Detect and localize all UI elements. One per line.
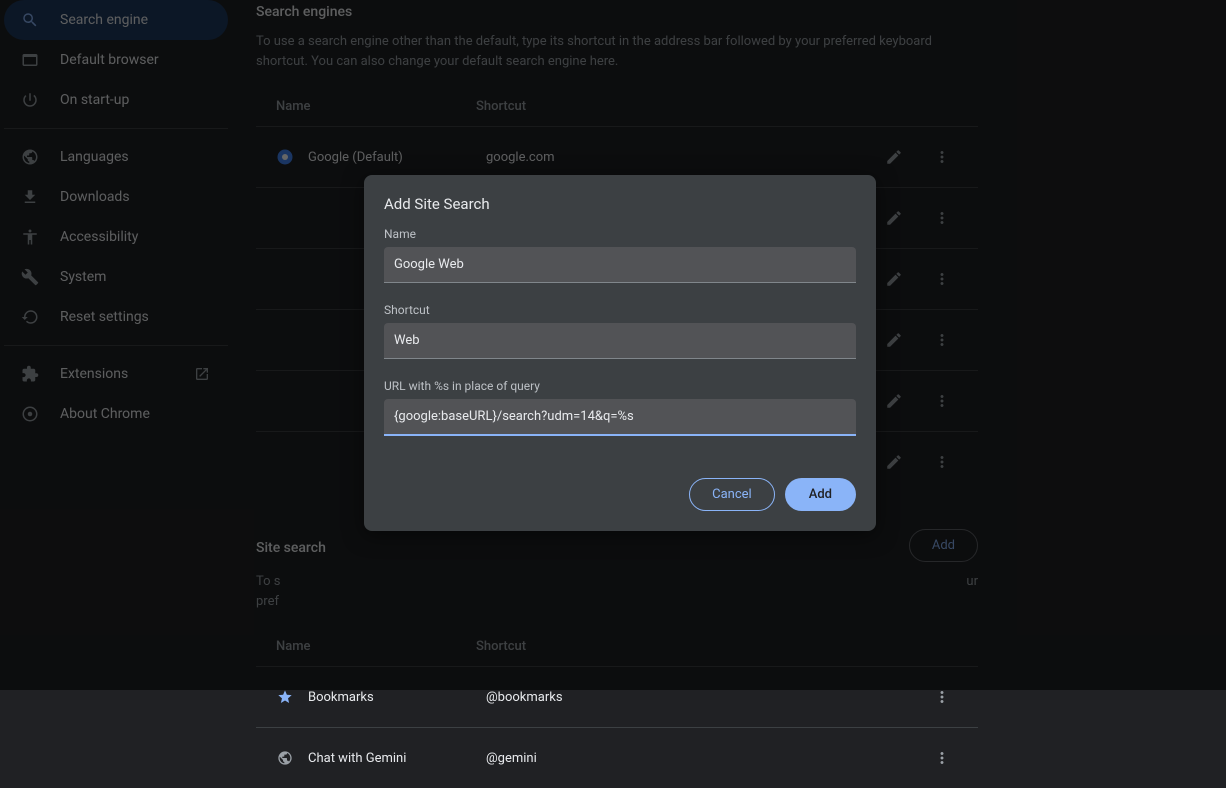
cancel-button[interactable]: Cancel (689, 478, 775, 511)
url-input[interactable] (384, 399, 856, 436)
url-label: URL with %s in place of query (384, 379, 856, 393)
name-label: Name (384, 227, 856, 241)
more-button[interactable] (926, 742, 958, 774)
name-input[interactable] (384, 247, 856, 283)
shortcut-label: Shortcut (384, 303, 856, 317)
add-site-search-dialog: Add Site Search Name Shortcut URL with %… (364, 175, 876, 531)
site-search-row-gemini: Chat with Gemini @gemini (256, 727, 978, 788)
site-name: Chat with Gemini (308, 751, 472, 766)
site-name: Bookmarks (308, 690, 472, 705)
site-shortcut: @bookmarks (486, 690, 912, 705)
globe-icon (276, 749, 294, 767)
add-button[interactable]: Add (785, 478, 856, 511)
site-shortcut: @gemini (486, 751, 912, 766)
dialog-title: Add Site Search (384, 195, 856, 213)
star-icon (276, 688, 294, 706)
shortcut-input[interactable] (384, 323, 856, 359)
